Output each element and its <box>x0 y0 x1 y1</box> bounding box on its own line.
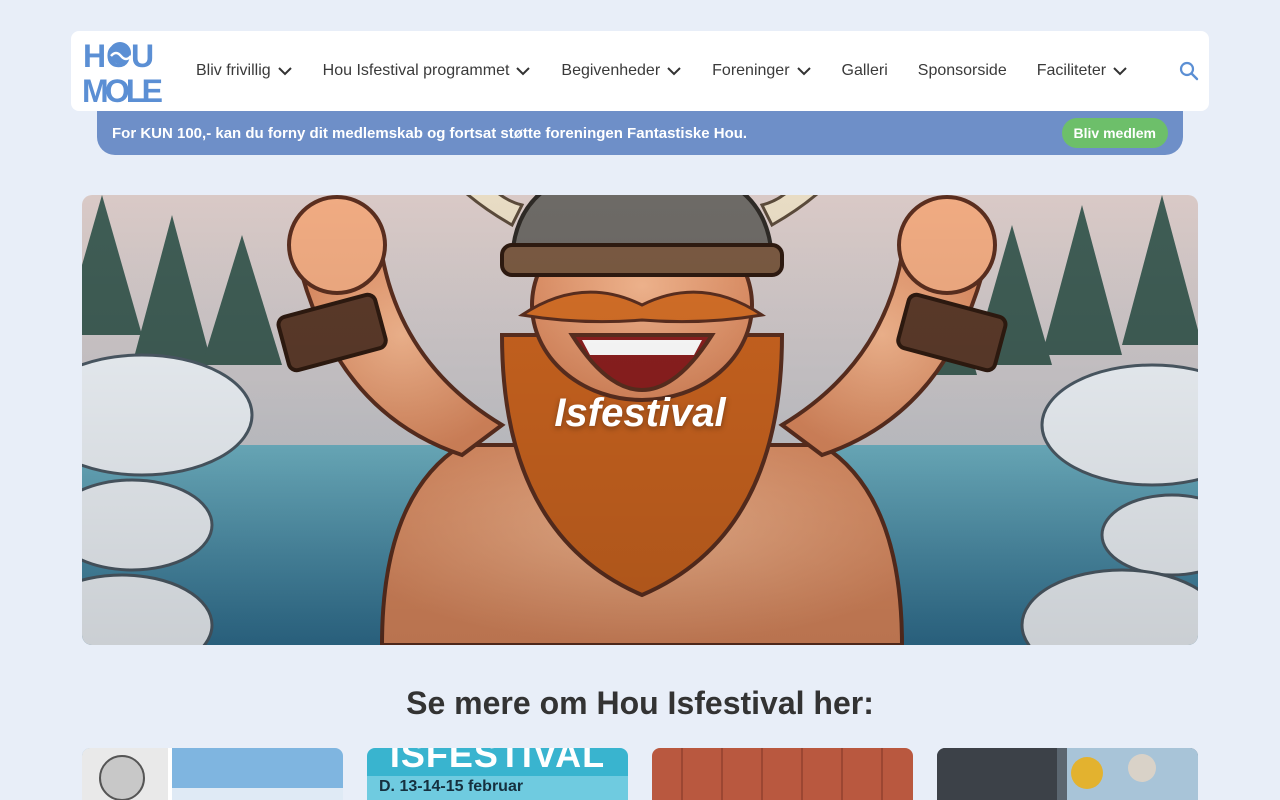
nav-label: Foreninger <box>712 62 790 79</box>
card-4[interactable] <box>937 748 1198 800</box>
bliv-medlem-button[interactable]: Bliv medlem <box>1061 118 1168 148</box>
chevron-down-icon <box>277 67 292 76</box>
nav-label: Begivenheder <box>561 62 661 79</box>
banner-text: For KUN 100,- kan du forny dit medlemska… <box>112 124 748 142</box>
nav-label: Hou Isfestival programmet <box>322 62 510 79</box>
nav-label: Sponsorside <box>917 62 1007 79</box>
hero-title: Isfestival <box>554 391 726 435</box>
nav-galleri[interactable]: Galleri <box>842 62 888 80</box>
search-icon[interactable] <box>1179 60 1199 82</box>
hero-image: Isfestival <box>82 195 1198 645</box>
main-nav: Bliv frivillig Hou Isfestival programmet… <box>196 31 1128 111</box>
svg-text:MOLE: MOLE <box>82 73 163 104</box>
card-image <box>652 748 913 800</box>
nav-faciliteter[interactable]: Faciliteter <box>1037 62 1128 80</box>
card-1[interactable] <box>82 748 343 800</box>
chevron-down-icon <box>796 67 811 76</box>
chevron-down-icon <box>1113 67 1127 76</box>
chevron-down-icon <box>516 67 531 76</box>
nav-label: Faciliteter <box>1036 62 1107 79</box>
card-poster-title: ISFESTIVAL <box>389 748 606 775</box>
nav-isfestival-programmet[interactable]: Hou Isfestival programmet <box>323 62 532 80</box>
hou-mole-logo[interactable]: HOU MOLE <box>82 38 164 109</box>
nav-sponsorside[interactable]: Sponsorside <box>918 62 1007 80</box>
nav-label: Galleri <box>841 62 888 79</box>
membership-banner: For KUN 100,- kan du forny dit medlemska… <box>97 111 1183 155</box>
site-header: HOU MOLE Bliv frivillig Hou Isfestival p… <box>71 31 1209 111</box>
nav-bliv-frivillig[interactable]: Bliv frivillig <box>196 62 293 80</box>
chevron-down-icon <box>667 67 681 76</box>
nav-begivenheder[interactable]: Begivenheder <box>561 62 682 80</box>
card-grid: ISFESTIVAL D. 13-14-15 februar <box>82 748 1198 800</box>
section-title: Se mere om Hou Isfestival her: <box>406 685 874 721</box>
card-3[interactable] <box>652 748 913 800</box>
card-image <box>937 748 1198 800</box>
card-caption: D. 13-14-15 februar <box>379 778 524 795</box>
nav-foreninger[interactable]: Foreninger <box>712 62 811 80</box>
card-2[interactable]: ISFESTIVAL D. 13-14-15 februar <box>367 748 628 800</box>
card-image <box>82 748 343 800</box>
nav-label: Bliv frivillig <box>196 62 271 79</box>
